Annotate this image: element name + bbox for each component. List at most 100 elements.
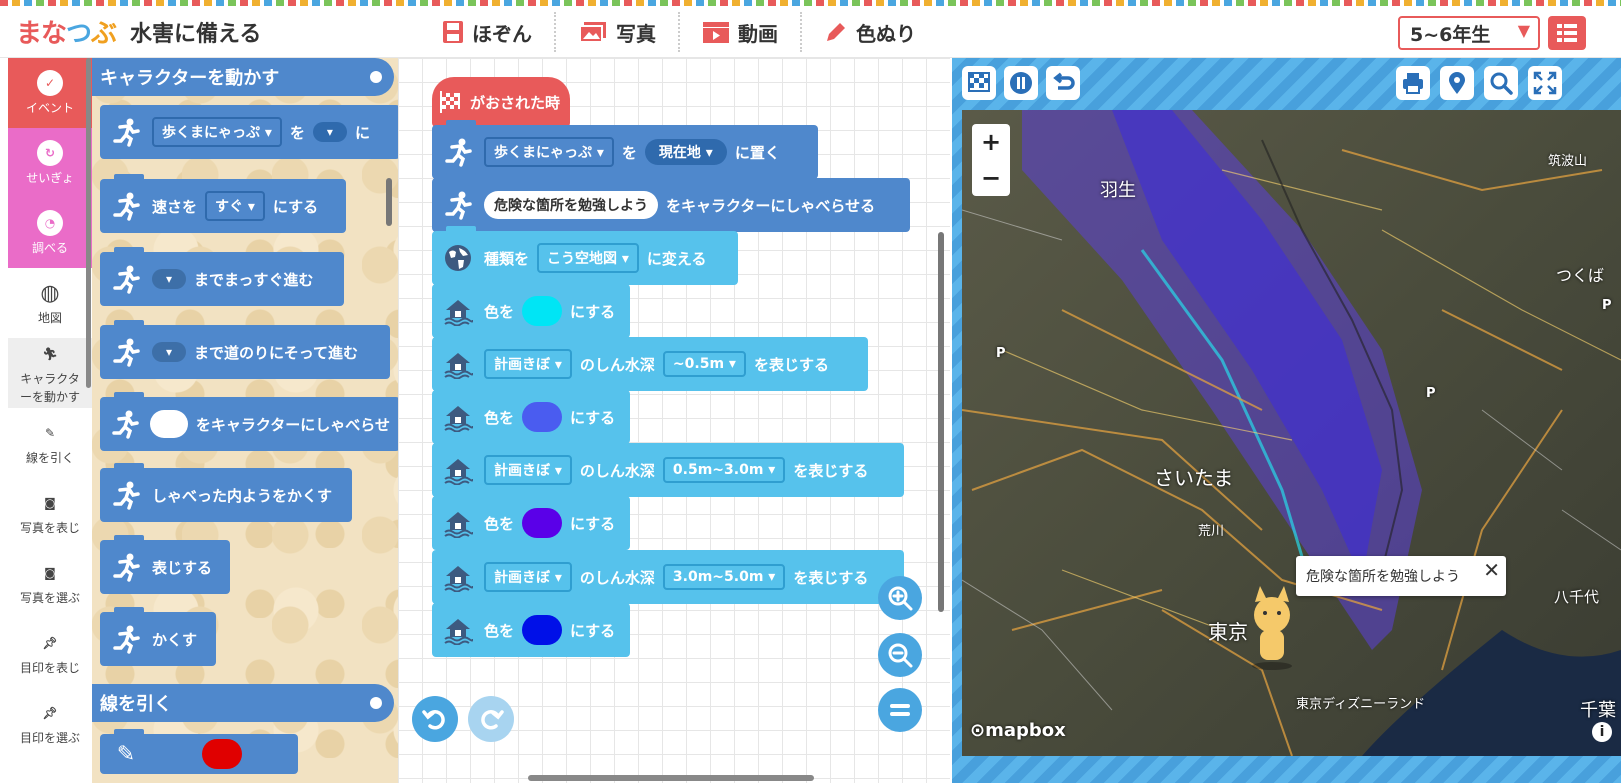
video-button[interactable]: 動画 [680,12,802,52]
category-map[interactable]: ◍ 地図 [8,268,92,338]
flyout-block-speed[interactable]: 速さを すぐ ▾ にする [100,174,346,233]
scale-dropdown[interactable]: 計画きぼ ▾ [484,562,572,592]
color-swatch[interactable] [522,615,563,645]
satellite-map[interactable]: 羽生 筑波山 つくば さいたま 荒川 東京 八千代 東京ディズニーランド 千葉 … [962,110,1621,756]
flood-house-icon [440,559,476,595]
flyout-category-header: 線を引く [92,684,394,722]
color-swatch[interactable] [522,402,563,432]
character-dropdown[interactable]: 歩くまにゃっぷ ▾ [484,137,614,167]
workspace-vertical-scrollbar[interactable] [938,232,944,612]
pause-button[interactable] [1004,66,1038,100]
category-show-marker[interactable]: 📌︎ 目印を表じ [8,618,92,688]
target-dropdown[interactable]: ▾ [152,342,187,362]
category-control[interactable]: ↻ せいぎょ [8,128,92,198]
dot-icon [370,71,382,83]
depth-dropdown[interactable]: 3.0m~5.0m ▾ [662,564,786,590]
scale-dropdown[interactable]: 計画きぼ ▾ [484,455,572,485]
category-draw-line[interactable]: ✎ 線を引く [8,408,92,478]
block-text: に変える [646,249,707,268]
grade-select[interactable]: 5~6年生 ▼ [1398,16,1540,50]
block-text: に置く [734,143,780,162]
undo-icon [422,710,445,730]
ws-block-depth-1[interactable]: 計画きぼ ▾ のしん水深 ~0.5m ▾ を表じする [432,332,868,391]
category-choose-photo[interactable]: ◙ 写真を選ぶ [8,548,92,618]
redo-button[interactable] [468,696,514,742]
map-pin-icon [1449,72,1465,94]
map-label-tokyo: 東京 [1208,620,1248,644]
zoom-out-button[interactable] [878,633,922,677]
info-icon[interactable]: i [1592,722,1612,742]
flyout-block-place[interactable]: 歩くまにゃっぷ ▾ を ▾ に [100,105,400,159]
ws-block-depth-3[interactable]: 計画きぼ ▾ のしん水深 3.0m~5.0m ▾ を表じする [432,550,904,604]
flyout-block-speak[interactable]: をキャラクターにしゃべらせ [100,392,400,451]
ws-block-color-4[interactable]: 色を にする [432,598,630,657]
fullscreen-button[interactable] [1528,66,1562,100]
category-choose-marker[interactable]: 📌︎ 目印を選ぶ [8,688,92,758]
flyout-block-show[interactable]: 表じする [100,535,230,594]
map-type-dropdown[interactable]: こう空地図 ▾ [537,243,639,273]
ws-block-speak[interactable]: 危険な箇所を勉強しよう をキャラクターにしゃべらせる [432,173,910,232]
grade-value: 5~6年生 [1410,23,1491,46]
return-icon [1053,72,1075,90]
photo-label: 写真 [616,21,656,46]
camera-icon: ◙ [44,566,56,580]
color-swatch[interactable] [522,508,563,538]
flyout-block-hide-speech[interactable]: しゃべった内ようをかくす [100,463,352,522]
menu-button[interactable] [1548,16,1586,50]
flyout-scrollbar[interactable] [386,178,392,226]
undo-button[interactable] [412,696,458,742]
flyout-block-line-partial[interactable]: ✎ [100,729,298,774]
photo-button[interactable]: 写真 [556,12,680,52]
map-zoom-in-button[interactable]: + [981,128,1001,156]
pin-icon: 📌︎ [42,636,58,650]
speech-text-input[interactable] [150,410,188,438]
ws-block-depth-2[interactable]: 計画きぼ ▾ のしん水深 0.5m~3.0m ▾ を表じする [432,438,904,497]
print-button[interactable] [1396,66,1430,100]
coloring-button[interactable]: 色ぬり [802,12,938,52]
ws-block-color-1[interactable]: 色を にする [432,279,630,338]
save-button[interactable]: ほぞん [420,12,556,52]
color-swatch[interactable] [522,296,563,326]
map-label-arakawa: 荒川 [1198,524,1225,539]
app-logo[interactable]: まなつぶ [16,13,117,50]
runner-icon [108,549,144,585]
ws-block-place[interactable]: 歩くまにゃっぷ ▾ を 現在地 ▾ に置く [432,120,818,179]
category-event[interactable]: ✓ イベント [8,58,92,128]
map-search-button[interactable] [1484,66,1518,100]
scale-dropdown[interactable]: 計画きぼ ▾ [484,349,572,379]
ws-block-color-3[interactable]: 色を にする [432,491,630,550]
block-text: まで道のりにそって進む [194,343,358,362]
speech-text-input[interactable]: 危険な箇所を勉強しよう [484,191,658,219]
sidebar-scrollbar[interactable] [86,58,91,388]
chevron-down-icon: ▼ [1517,21,1530,40]
speed-dropdown[interactable]: すぐ ▾ [205,191,265,221]
zoom-in-button[interactable] [878,576,922,620]
close-icon[interactable]: ✕ [1483,558,1500,582]
line-color-swatch[interactable] [202,739,242,769]
flyout-block-move-straight[interactable]: ▾ までまっすぐ進む [100,247,344,306]
run-button[interactable] [962,66,996,100]
ws-block-map-type[interactable]: 種類を こう空地図 ▾ に変える [432,226,738,285]
save-label: ほぞん [472,21,532,46]
target-dropdown[interactable]: ▾ [152,269,187,289]
reset-button[interactable] [1046,66,1080,100]
flyout-block-hide[interactable]: かくす [100,607,216,666]
workspace-horizontal-scrollbar[interactable] [528,775,814,781]
character-dropdown[interactable]: 歩くまにゃっぷ ▾ [152,117,282,147]
block-text: にする [570,514,616,533]
category-search[interactable]: ◔ 調べる [8,198,92,268]
map-zoom-out-button[interactable]: − [981,164,1001,192]
ws-block-color-2[interactable]: 色を にする [432,385,630,444]
category-character[interactable]: 🏃︎ キャラクターを動かす [8,338,92,408]
category-show-photo[interactable]: ◙ 写真を表じ [8,478,92,548]
depth-dropdown[interactable]: ~0.5m ▾ [662,351,746,377]
depth-dropdown[interactable]: 0.5m~3.0m ▾ [662,457,786,483]
location-dropdown[interactable]: 現在地 ▾ [644,139,727,165]
location-button[interactable] [1440,66,1474,100]
location-dropdown[interactable]: ▾ [312,122,347,142]
reset-zoom-button[interactable] [878,688,922,732]
control-icon: ↻ [37,140,63,166]
flyout-block-move-road[interactable]: ▾ まで道のりにそって進む [100,320,390,379]
logo-part-3: ぶ [91,19,117,49]
runner-icon [108,621,144,657]
